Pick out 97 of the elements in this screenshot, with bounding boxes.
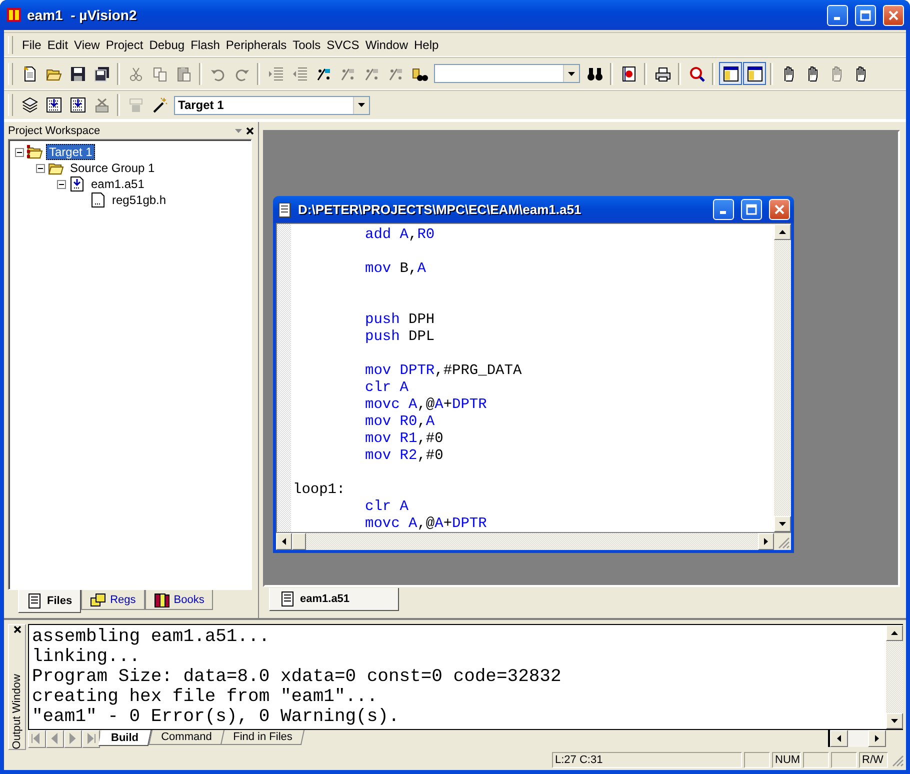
close-button[interactable] bbox=[769, 199, 790, 220]
menu-item[interactable]: Project bbox=[102, 36, 146, 54]
code-line: push DPL bbox=[365, 329, 435, 345]
status-text: R/W bbox=[859, 752, 888, 768]
output-line: assembling eam1.a51... bbox=[32, 627, 271, 647]
maximize-button[interactable] bbox=[855, 4, 876, 26]
document-icon bbox=[27, 593, 43, 609]
minimize-button[interactable] bbox=[827, 4, 848, 26]
code-line: movc A,@A+DPTR bbox=[365, 397, 487, 413]
panel-title: Project Workspace bbox=[8, 125, 102, 137]
tab[interactable]: Books bbox=[144, 590, 214, 610]
output-line: linking... bbox=[32, 647, 142, 667]
dropdown-arrow-icon[interactable] bbox=[358, 103, 365, 107]
horizontal-scrollbar[interactable] bbox=[828, 730, 886, 747]
dropdown-arrow-icon[interactable] bbox=[568, 72, 575, 76]
collapse-icon[interactable] bbox=[57, 180, 66, 188]
code-line: mov B,A bbox=[365, 261, 426, 277]
menu-item[interactable]: File bbox=[19, 36, 44, 54]
target-dropdown[interactable]: Target 1 bbox=[174, 96, 370, 114]
tab-scroll-icon[interactable] bbox=[28, 730, 46, 748]
tree-item[interactable]: Target 1 bbox=[46, 144, 96, 160]
status-pane bbox=[803, 752, 829, 768]
vertical-scrollbar[interactable] bbox=[774, 224, 791, 532]
menu-item[interactable]: View bbox=[71, 36, 103, 54]
code-line: mov R2,#0 bbox=[365, 448, 444, 464]
code-line: push DPH bbox=[365, 312, 435, 328]
tab[interactable]: Build bbox=[98, 730, 152, 746]
tab-scroll-icon[interactable] bbox=[46, 730, 64, 748]
close-icon[interactable] bbox=[246, 127, 254, 135]
resize-grip-icon[interactable] bbox=[890, 753, 904, 767]
code-editor[interactable]: add A,R0 mov B,A push DPH push DPL mov DPTR,#PRG_DATA clr A movc A,@A+DPTR mov R0,A mov R1,#0 mov R2,#0 loop1: clr A movc A,@A+DPTR bbox=[291, 224, 774, 532]
tree-item[interactable]: eam1.a51 bbox=[88, 176, 148, 192]
code-line: clr A bbox=[365, 380, 409, 396]
output-line: Program Size: data=8.0 xdata=0 const=0 code=32832 bbox=[32, 667, 562, 687]
close-button[interactable] bbox=[883, 4, 904, 26]
code-line: add A,R0 bbox=[365, 227, 435, 243]
books-icon bbox=[154, 592, 170, 608]
code-line: mov R1,#0 bbox=[365, 431, 444, 447]
arrow-left-icon[interactable] bbox=[837, 735, 841, 742]
window-icon[interactable] bbox=[743, 62, 766, 85]
window-title: eam1 - µVision2 bbox=[27, 7, 138, 23]
document-icon bbox=[280, 591, 296, 607]
menu-item[interactable]: Edit bbox=[44, 36, 72, 54]
tab[interactable]: Regs bbox=[81, 590, 145, 610]
maximize-button[interactable] bbox=[741, 199, 762, 220]
arrow-up-icon[interactable] bbox=[891, 631, 898, 635]
menu-item[interactable]: Debug bbox=[146, 36, 188, 54]
tab[interactable]: eam1.a51 bbox=[269, 588, 399, 611]
output-line: creating hex file from "eam1"... bbox=[32, 687, 379, 707]
menu-item[interactable]: SVCS bbox=[324, 36, 362, 54]
code-line: mov R0,A bbox=[365, 414, 435, 430]
tab-scroll-icon[interactable] bbox=[82, 730, 100, 748]
horizontal-scrollbar[interactable] bbox=[276, 533, 791, 550]
arrow-right-icon[interactable] bbox=[764, 538, 768, 545]
code-line: clr A bbox=[365, 499, 409, 515]
target-folder-icon bbox=[27, 144, 43, 160]
status-pane bbox=[831, 752, 857, 768]
menu-item[interactable]: Window bbox=[362, 36, 411, 54]
vertical-scrollbar[interactable] bbox=[886, 625, 903, 729]
minimize-button[interactable] bbox=[713, 199, 734, 220]
arrow-up-icon[interactable] bbox=[779, 230, 786, 234]
output-line: "eam1" - 0 Error(s), 0 Warning(s). bbox=[32, 707, 400, 727]
menu-item[interactable]: Flash bbox=[188, 36, 223, 54]
tab-scroll-icon[interactable] bbox=[64, 730, 82, 748]
arrow-right-icon[interactable] bbox=[875, 735, 879, 742]
collapse-icon[interactable] bbox=[15, 148, 24, 156]
find-field[interactable] bbox=[434, 64, 580, 83]
arrow-down-icon[interactable] bbox=[779, 522, 786, 526]
code-line: loop1: bbox=[293, 482, 346, 498]
file-icon bbox=[90, 192, 106, 208]
scroll-thumb[interactable] bbox=[292, 533, 306, 550]
status-text: L:27 C:31 bbox=[552, 752, 742, 768]
arrow-down-icon[interactable] bbox=[891, 719, 898, 723]
tree-item[interactable]: Source Group 1 bbox=[67, 160, 158, 176]
menu-item[interactable]: Peripherals bbox=[222, 36, 290, 54]
menu-item[interactable]: Tools bbox=[290, 36, 324, 54]
tab[interactable]: Command bbox=[148, 730, 224, 745]
dropdown-icon[interactable] bbox=[235, 129, 242, 133]
tab[interactable]: Find in Files bbox=[220, 730, 306, 745]
status-pane bbox=[744, 752, 770, 768]
menu-item[interactable]: Help bbox=[411, 36, 442, 54]
window-title: D:\PETER\PROJECTS\MPC\EC\EAM\eam1.a51 bbox=[298, 202, 582, 217]
resize-grip-icon[interactable] bbox=[774, 533, 791, 550]
code-line: mov DPTR,#PRG_DATA bbox=[365, 363, 522, 379]
panel-title: Output Window bbox=[11, 672, 23, 749]
registers-icon bbox=[90, 592, 106, 608]
document-icon bbox=[277, 202, 293, 218]
close-icon[interactable] bbox=[12, 625, 22, 634]
tree-item[interactable]: reg51gb.h bbox=[109, 192, 170, 208]
status-text: NUM bbox=[772, 752, 801, 768]
app-icon bbox=[6, 7, 22, 23]
collapse-icon[interactable] bbox=[36, 164, 45, 172]
arrow-left-icon[interactable] bbox=[282, 538, 286, 545]
code-line: movc A,@A+DPTR bbox=[365, 516, 487, 532]
window-icon[interactable] bbox=[719, 62, 742, 85]
source-file-icon bbox=[69, 176, 85, 192]
tab[interactable]: Files bbox=[18, 590, 82, 613]
